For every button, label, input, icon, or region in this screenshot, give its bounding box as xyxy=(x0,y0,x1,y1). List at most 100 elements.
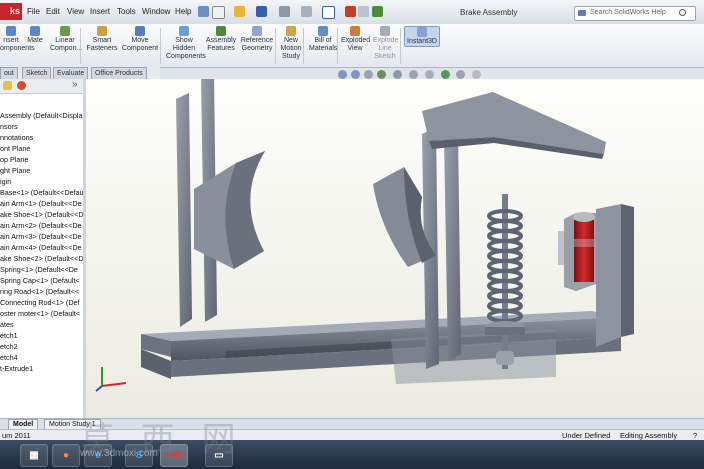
feature-tree-item[interactable]: ake Shoe<2> (Default<<D xyxy=(0,253,83,264)
reference-geometry-icon xyxy=(252,26,262,36)
feature-tree-item[interactable]: Spring Cap<1> (Default< xyxy=(0,275,80,286)
feature-tree-item[interactable]: Base<1> (Default<<Defau xyxy=(0,187,83,198)
feature-tree-item[interactable]: Assembly (Default<Displa xyxy=(0,110,83,121)
solidworks-logo[interactable]: ks xyxy=(0,3,22,20)
assembly-features-icon xyxy=(216,26,226,36)
ribbon-button-label: omponents xyxy=(0,45,35,52)
ribbon-button-smart-fasteners[interactable]: Smart Fasteners xyxy=(86,26,118,53)
ribbon-button-linear-pattern[interactable]: Linear Compon... xyxy=(50,26,83,53)
feature-tree-item[interactable]: etch1 xyxy=(0,330,18,341)
zoom-to-fit-icon[interactable] xyxy=(338,70,347,79)
feature-tree-item[interactable]: ain Arm<4> (Default<<De xyxy=(0,242,82,253)
feature-tree-item[interactable]: ates xyxy=(0,319,14,330)
ribbon-button-label: Instant3D xyxy=(407,38,437,45)
base-frame xyxy=(141,311,621,384)
view-settings-icon[interactable] xyxy=(472,70,481,79)
feature-tree-item[interactable]: ring Road<1> (Default<< xyxy=(0,286,79,297)
status-help-icon[interactable]: ? xyxy=(693,431,697,440)
feature-tree-item[interactable]: Spring<1> (Default<<De xyxy=(0,264,78,275)
hide-show-items-icon[interactable] xyxy=(425,70,434,79)
display-style-icon[interactable] xyxy=(409,70,418,79)
graphics-area[interactable] xyxy=(86,79,704,418)
show-hidden-icon xyxy=(179,26,189,36)
command-tabs: out Sketch Evaluate Office Products xyxy=(0,67,160,79)
ribbon-separator xyxy=(275,28,276,64)
feature-tree-item[interactable]: ake Shoe<1> (Default<<D xyxy=(0,209,83,220)
feature-tree-item[interactable]: ght Plane xyxy=(0,165,30,176)
new-document-icon[interactable] xyxy=(212,6,225,19)
ribbon-separator xyxy=(303,28,304,64)
section-view-icon[interactable] xyxy=(377,70,386,79)
print-icon[interactable] xyxy=(279,6,290,17)
ribbon-button-reference-geometry[interactable]: Reference Geometry xyxy=(240,26,274,53)
search-input[interactable]: Search SolidWorks Help xyxy=(574,6,696,21)
feature-tree-item[interactable]: ain Arm<3> (Default<<De xyxy=(0,231,82,242)
feature-tree-item[interactable]: Connecting Rod<1> (Def xyxy=(0,297,80,308)
tab-layout[interactable]: out xyxy=(0,67,18,79)
edit-appearance-icon[interactable] xyxy=(441,70,450,79)
select-icon[interactable] xyxy=(322,6,335,19)
exploded-view-icon xyxy=(350,26,360,36)
file-properties-icon[interactable] xyxy=(358,6,369,17)
magnifier-icon[interactable] xyxy=(679,9,686,16)
feature-tree-item[interactable]: nsors xyxy=(0,121,18,132)
ribbon-button-assembly-features[interactable]: Assembly Features xyxy=(205,26,237,53)
menu-insert[interactable]: Insert xyxy=(90,7,110,16)
menu-help[interactable]: Help xyxy=(175,7,191,16)
ribbon-button-insert-components[interactable]: nsert omponents xyxy=(0,26,35,53)
options-icon[interactable] xyxy=(372,6,383,17)
axes-triad-icon xyxy=(95,367,127,392)
help-search-icon xyxy=(578,10,586,16)
pin-icon[interactable] xyxy=(198,6,209,17)
feature-tree-item[interactable]: etch4 xyxy=(0,352,18,363)
menu-window[interactable]: Window xyxy=(142,7,170,16)
search-placeholder: Search SolidWorks Help xyxy=(590,9,666,16)
ribbon-button-label: New xyxy=(283,37,298,44)
rebuild-icon[interactable] xyxy=(345,6,356,17)
feature-tree-item[interactable]: ain Arm<1> (Default<<De xyxy=(0,198,82,209)
open-folder-icon[interactable] xyxy=(234,6,245,17)
ribbon-button-instant3d[interactable]: Instant3D xyxy=(404,26,440,47)
menu-view[interactable]: View xyxy=(67,7,84,16)
menu-file[interactable]: File xyxy=(27,7,40,16)
property-manager-icon[interactable] xyxy=(3,81,12,90)
zoom-area-icon[interactable] xyxy=(351,70,360,79)
ribbon-button-label: Study xyxy=(282,53,300,60)
insert-components-icon xyxy=(6,26,16,36)
status-product: um 2011 xyxy=(2,431,31,440)
ribbon-button-exploded-view[interactable]: Exploded View xyxy=(341,26,370,53)
view-orientation-icon[interactable] xyxy=(393,70,402,79)
ribbon-button-mate[interactable]: Mate xyxy=(24,26,46,45)
feature-tree-item[interactable]: etch2 xyxy=(0,341,18,352)
menu-tools[interactable]: Tools xyxy=(117,7,136,16)
feature-tree-item[interactable]: t-Extrude1 xyxy=(0,363,33,374)
brake-assembly-model[interactable] xyxy=(86,79,704,418)
save-icon[interactable] xyxy=(256,6,267,17)
display-manager-icon[interactable] xyxy=(17,81,26,90)
feature-tree-item[interactable]: ont Plane xyxy=(0,143,30,154)
feature-tree-item[interactable]: oster moter<1> (Default< xyxy=(0,308,80,319)
tab-office-products[interactable]: Office Products xyxy=(91,67,147,79)
ribbon-button-motion-study[interactable]: New Motion Study xyxy=(280,26,302,61)
feature-tree-item[interactable]: nnotations xyxy=(0,132,33,143)
feature-tree-item[interactable]: ain Arm<2> (Default<<De xyxy=(0,220,82,231)
feature-tree-item[interactable]: op Plane xyxy=(0,154,28,165)
ribbon-button-move-component[interactable]: Move Component xyxy=(121,26,159,53)
brake-shoes xyxy=(194,151,436,269)
ribbon-button-explode-line[interactable]: Explode Line Sketch xyxy=(373,26,398,61)
apply-scene-icon[interactable] xyxy=(456,70,465,79)
tab-sketch[interactable]: Sketch xyxy=(22,67,52,79)
firefox-icon[interactable]: ● xyxy=(52,444,80,467)
undo-icon[interactable] xyxy=(301,6,312,17)
menu-edit[interactable]: Edit xyxy=(46,7,60,16)
explorer-icon[interactable]: ▦ xyxy=(20,444,48,467)
ribbon-button-label: View xyxy=(347,45,363,52)
previous-view-icon[interactable] xyxy=(364,70,373,79)
feature-tree-item[interactable]: igin xyxy=(0,176,11,187)
ribbon-button-bom[interactable]: Bill of Materials xyxy=(309,26,337,53)
ribbon-button-label: Compon... xyxy=(50,45,83,52)
bom-icon xyxy=(318,26,328,36)
expand-chevron-icon[interactable]: » xyxy=(72,79,78,90)
tab-evaluate[interactable]: Evaluate xyxy=(53,67,89,79)
ribbon-button-show-hidden[interactable]: Show Hidden Components xyxy=(166,26,206,61)
